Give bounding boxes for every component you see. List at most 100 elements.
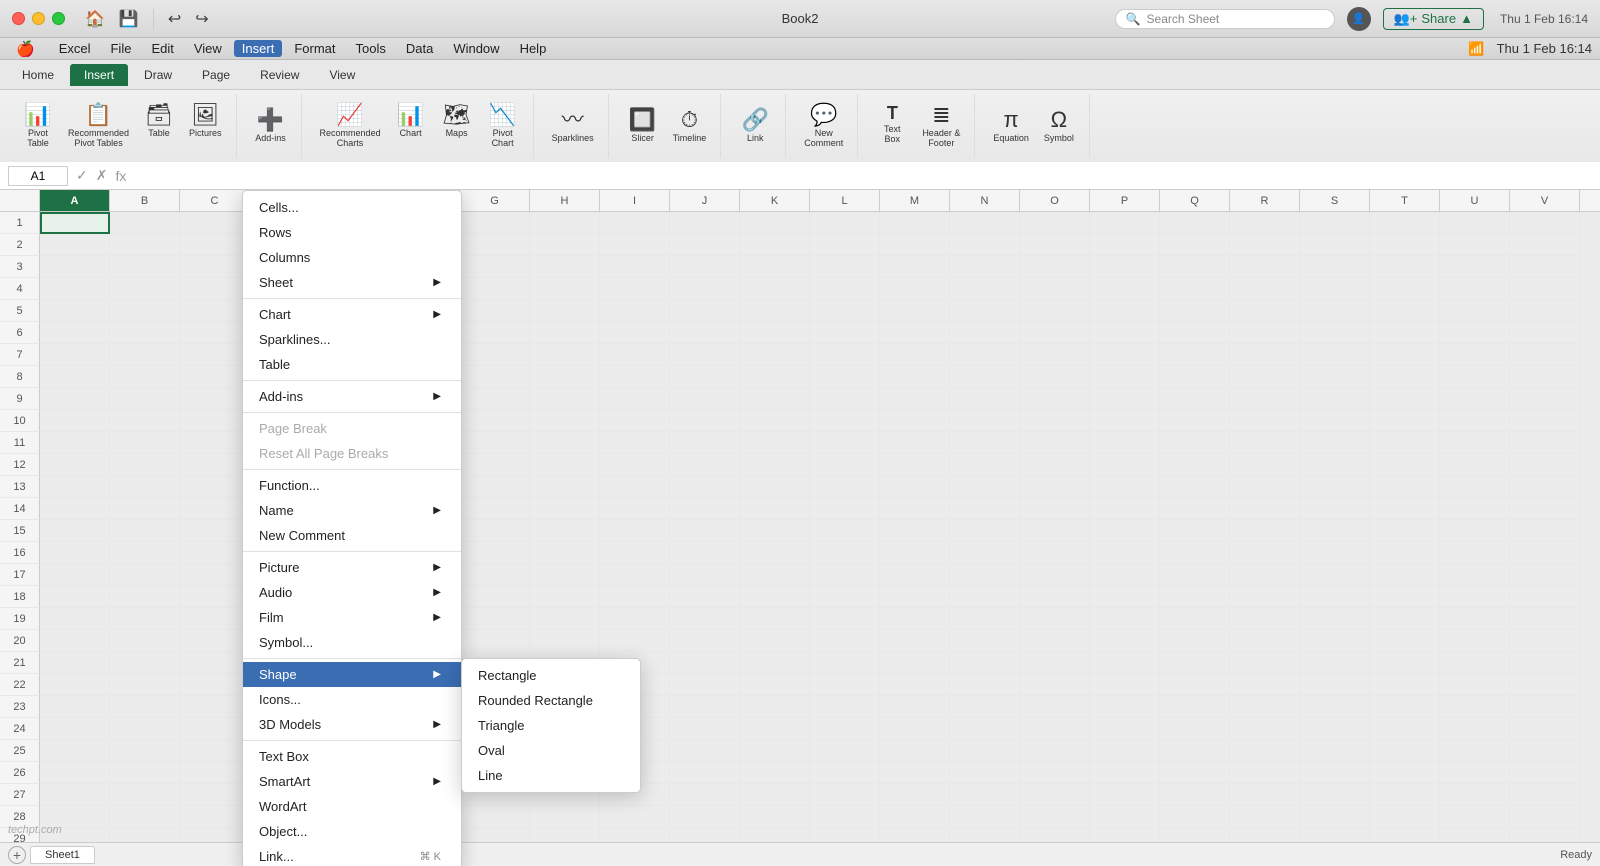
- cell[interactable]: [180, 388, 250, 410]
- menu-item-3d-models[interactable]: 3D Models▶: [243, 712, 461, 737]
- cell[interactable]: [110, 674, 180, 696]
- cell[interactable]: [460, 212, 530, 234]
- cell[interactable]: [950, 388, 1020, 410]
- cell[interactable]: [40, 300, 110, 322]
- cell[interactable]: [1090, 828, 1160, 842]
- cell[interactable]: [1440, 520, 1510, 542]
- cell[interactable]: [810, 762, 880, 784]
- cell[interactable]: [740, 256, 810, 278]
- cell[interactable]: [1230, 344, 1300, 366]
- cell[interactable]: [880, 608, 950, 630]
- cell[interactable]: [460, 322, 530, 344]
- cell-reference-box[interactable]: A1: [8, 166, 68, 186]
- cell[interactable]: [1020, 718, 1090, 740]
- cell[interactable]: [1370, 652, 1440, 674]
- cell[interactable]: [1020, 828, 1090, 842]
- cell[interactable]: [1300, 784, 1370, 806]
- cell[interactable]: [40, 762, 110, 784]
- cell[interactable]: [670, 322, 740, 344]
- cell[interactable]: [950, 344, 1020, 366]
- cell[interactable]: [1440, 278, 1510, 300]
- cell[interactable]: [1370, 784, 1440, 806]
- cell[interactable]: [460, 366, 530, 388]
- col-header-M[interactable]: M: [880, 190, 950, 211]
- cell[interactable]: [110, 366, 180, 388]
- sheet-tab-sheet1[interactable]: Sheet1: [30, 846, 95, 864]
- cell[interactable]: [180, 586, 250, 608]
- cell[interactable]: [180, 454, 250, 476]
- cell[interactable]: [600, 520, 670, 542]
- cell[interactable]: [1020, 740, 1090, 762]
- save-icon[interactable]: 💾: [115, 7, 143, 31]
- cell[interactable]: [40, 234, 110, 256]
- cell[interactable]: [1230, 718, 1300, 740]
- cell[interactable]: [530, 388, 600, 410]
- cell[interactable]: [1370, 278, 1440, 300]
- cell[interactable]: [880, 674, 950, 696]
- cell[interactable]: [950, 410, 1020, 432]
- cell[interactable]: [600, 234, 670, 256]
- cell[interactable]: [1370, 806, 1440, 828]
- cell[interactable]: [180, 212, 250, 234]
- cell[interactable]: [950, 652, 1020, 674]
- cell[interactable]: [810, 432, 880, 454]
- cell[interactable]: [110, 762, 180, 784]
- cell[interactable]: [1370, 344, 1440, 366]
- cell[interactable]: [1020, 278, 1090, 300]
- cell[interactable]: [1090, 696, 1160, 718]
- cell[interactable]: [530, 366, 600, 388]
- cell[interactable]: [600, 564, 670, 586]
- cell[interactable]: [740, 278, 810, 300]
- cell[interactable]: [460, 608, 530, 630]
- cell[interactable]: [740, 410, 810, 432]
- cell[interactable]: [670, 674, 740, 696]
- cell[interactable]: [880, 718, 950, 740]
- cell[interactable]: [670, 454, 740, 476]
- cell[interactable]: [670, 212, 740, 234]
- cell[interactable]: [810, 784, 880, 806]
- cell[interactable]: [740, 784, 810, 806]
- cell[interactable]: [1090, 212, 1160, 234]
- cell[interactable]: [1090, 234, 1160, 256]
- cell[interactable]: [670, 476, 740, 498]
- cell[interactable]: [110, 498, 180, 520]
- cell[interactable]: [180, 476, 250, 498]
- cell[interactable]: [1090, 586, 1160, 608]
- cell[interactable]: [180, 520, 250, 542]
- cell[interactable]: [740, 498, 810, 520]
- cell[interactable]: [880, 630, 950, 652]
- cell[interactable]: [810, 322, 880, 344]
- cell[interactable]: [110, 212, 180, 234]
- cell[interactable]: [950, 366, 1020, 388]
- cell[interactable]: [1370, 740, 1440, 762]
- chart-button[interactable]: 📊 Chart: [389, 102, 433, 150]
- cell[interactable]: [1370, 630, 1440, 652]
- col-header-C[interactable]: C: [180, 190, 250, 211]
- menu-item-audio[interactable]: Audio▶: [243, 580, 461, 605]
- cell[interactable]: [530, 344, 600, 366]
- cell[interactable]: [810, 806, 880, 828]
- cell[interactable]: [180, 674, 250, 696]
- menu-item-cells[interactable]: Cells...: [243, 195, 461, 220]
- cell[interactable]: [810, 696, 880, 718]
- search-box[interactable]: 🔍 Search Sheet: [1115, 9, 1335, 29]
- cell[interactable]: [1440, 718, 1510, 740]
- cell[interactable]: [950, 520, 1020, 542]
- cell[interactable]: [670, 278, 740, 300]
- cell[interactable]: [950, 608, 1020, 630]
- cell[interactable]: [110, 256, 180, 278]
- cell[interactable]: [1440, 476, 1510, 498]
- cell[interactable]: [880, 520, 950, 542]
- home-icon[interactable]: 🏠: [81, 7, 109, 31]
- cell[interactable]: [1020, 410, 1090, 432]
- cell[interactable]: [810, 828, 880, 842]
- cell[interactable]: [40, 322, 110, 344]
- cell[interactable]: [600, 476, 670, 498]
- col-header-T[interactable]: T: [1370, 190, 1440, 211]
- cell[interactable]: [1090, 454, 1160, 476]
- cell[interactable]: [1370, 212, 1440, 234]
- cell[interactable]: [180, 366, 250, 388]
- cell[interactable]: [40, 608, 110, 630]
- cell[interactable]: [1440, 256, 1510, 278]
- cell[interactable]: [1160, 454, 1230, 476]
